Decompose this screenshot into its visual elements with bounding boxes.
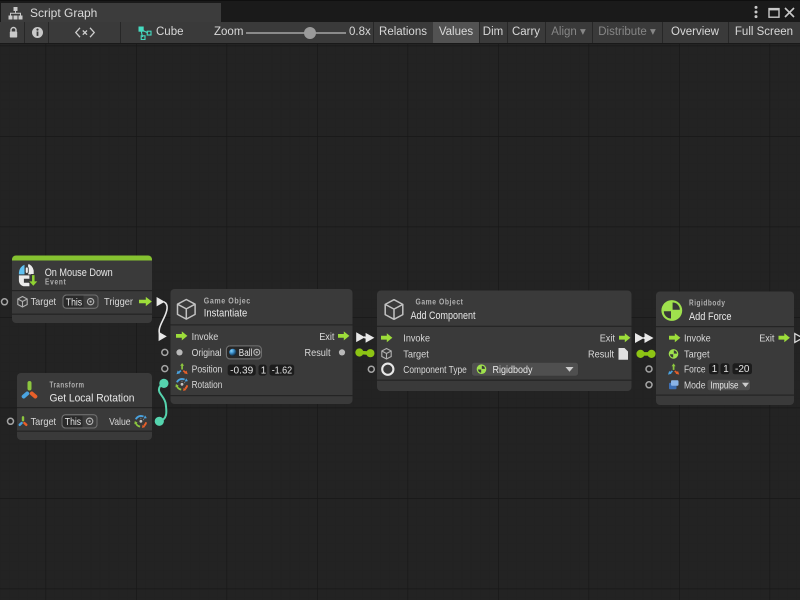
svg-text:Rotation: Rotation: [192, 380, 223, 391]
svg-text:Ball: Ball: [239, 348, 253, 359]
svg-text:1: 1: [712, 364, 717, 375]
svg-text:Event: Event: [45, 276, 67, 286]
svg-text:Invoke: Invoke: [192, 332, 219, 343]
svg-text:Add Force: Add Force: [689, 311, 732, 323]
svg-text:Exit: Exit: [759, 334, 774, 345]
svg-text:Trigger: Trigger: [104, 297, 134, 308]
svg-text:Invoke: Invoke: [684, 334, 711, 345]
svg-text:Transform: Transform: [50, 379, 85, 389]
svg-text:Target: Target: [31, 417, 57, 428]
svg-text:Invoke: Invoke: [403, 334, 430, 345]
svg-text:1: 1: [261, 366, 266, 377]
svg-text:This: This: [66, 297, 82, 308]
svg-text:Rigidbody: Rigidbody: [689, 297, 726, 307]
svg-text:Exit: Exit: [600, 334, 615, 345]
svg-text:Force: Force: [684, 365, 706, 376]
svg-text:Instantiate: Instantiate: [204, 308, 248, 320]
svg-text:1: 1: [723, 364, 728, 375]
svg-text:Position: Position: [192, 364, 223, 375]
svg-text:Result: Result: [588, 350, 614, 361]
svg-text:Impulse: Impulse: [711, 380, 739, 391]
svg-text:Target: Target: [31, 297, 57, 308]
svg-text:This: This: [65, 417, 81, 428]
svg-text:Value: Value: [109, 417, 131, 428]
svg-text:Add Component: Add Component: [411, 310, 477, 322]
svg-text:Game Objec: Game Objec: [204, 295, 251, 305]
svg-text:Game Object: Game Object: [416, 296, 464, 306]
svg-text:Original: Original: [192, 348, 222, 359]
svg-text:-1.62: -1.62: [272, 366, 293, 377]
svg-text:Target: Target: [403, 350, 429, 361]
svg-text:Exit: Exit: [319, 332, 334, 343]
svg-text:Mode: Mode: [684, 381, 706, 392]
svg-text:Component Type: Component Type: [403, 365, 467, 376]
svg-text:-20: -20: [735, 364, 750, 375]
svg-text:Target: Target: [684, 350, 710, 361]
svg-text:Get Local Rotation: Get Local Rotation: [50, 392, 135, 404]
svg-text:Rigidbody: Rigidbody: [493, 365, 533, 376]
svg-text:Result: Result: [305, 348, 331, 359]
svg-text:-0.39: -0.39: [230, 366, 253, 377]
